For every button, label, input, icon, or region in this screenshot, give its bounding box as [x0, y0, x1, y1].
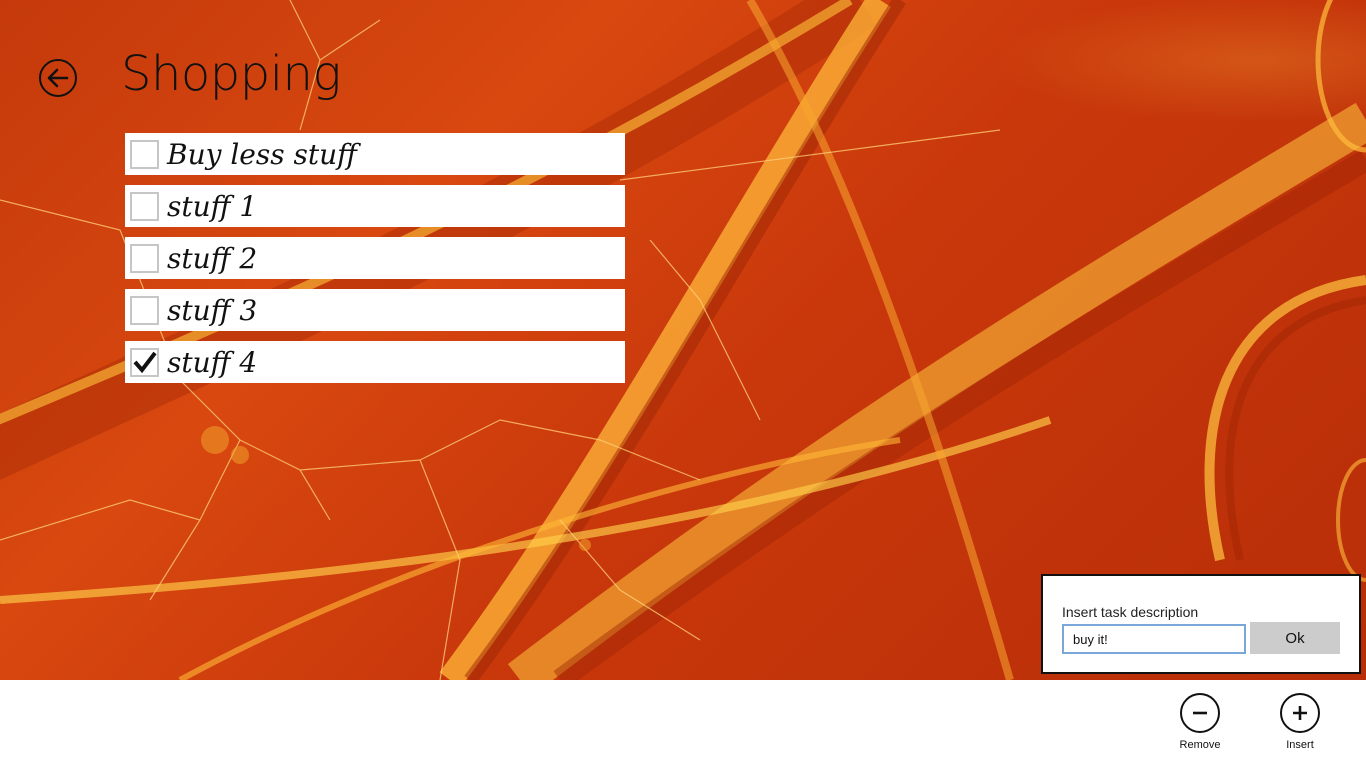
- plus-icon: [1293, 706, 1307, 720]
- task-item[interactable]: stuff 1: [125, 185, 625, 227]
- insert-button[interactable]: Insert: [1265, 693, 1335, 763]
- task-checkbox[interactable]: [130, 191, 159, 221]
- insert-label: Insert: [1286, 739, 1314, 751]
- ok-button[interactable]: Ok: [1250, 622, 1340, 654]
- app-bar: Remove Insert: [0, 680, 1366, 768]
- page-title: Shopping: [121, 46, 341, 102]
- insert-circle: [1280, 693, 1320, 733]
- insert-task-flyout: Insert task description Ok: [1041, 574, 1361, 674]
- remove-circle: [1180, 693, 1220, 733]
- task-item[interactable]: stuff 3: [125, 289, 625, 331]
- task-label: stuff 4: [167, 345, 258, 379]
- task-item[interactable]: stuff 2: [125, 237, 625, 279]
- back-arrow-icon: [47, 68, 69, 88]
- task-checkbox[interactable]: [130, 243, 159, 273]
- back-button[interactable]: [39, 59, 77, 97]
- task-label: Buy less stuff: [167, 137, 357, 171]
- task-description-label: Insert task description: [1062, 604, 1199, 620]
- task-checkbox[interactable]: [130, 139, 159, 169]
- task-input-container: [1062, 624, 1264, 654]
- remove-button[interactable]: Remove: [1165, 693, 1235, 763]
- task-description-input[interactable]: [1064, 625, 1251, 653]
- task-label: stuff 2: [167, 241, 258, 275]
- checkmark-icon: [132, 351, 157, 373]
- task-item[interactable]: Buy less stuff: [125, 133, 625, 175]
- task-checkbox[interactable]: [130, 295, 159, 325]
- task-checkbox[interactable]: [130, 347, 159, 377]
- task-item[interactable]: stuff 4: [125, 341, 625, 383]
- remove-label: Remove: [1179, 739, 1221, 751]
- task-label: stuff 1: [167, 189, 258, 223]
- minus-icon: [1193, 711, 1207, 715]
- task-label: stuff 3: [167, 293, 258, 327]
- task-list: Buy less stuff stuff 1 stuff 2 stuff 3 s…: [125, 133, 625, 393]
